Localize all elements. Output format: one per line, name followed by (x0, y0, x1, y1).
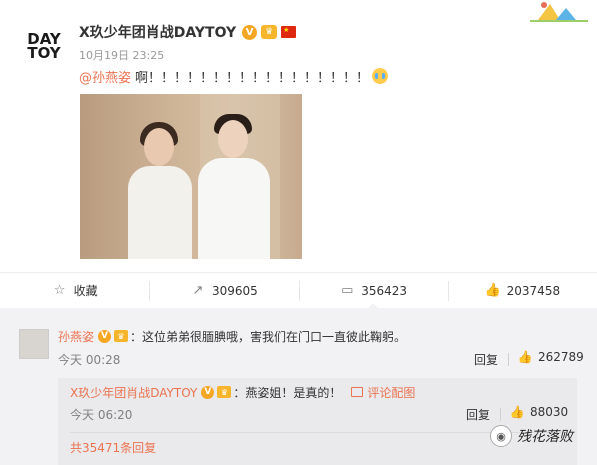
comment-username[interactable]: 孙燕姿 (58, 328, 94, 345)
photo-person-woman-head (144, 128, 174, 166)
thumbs-up-icon: 👍 (509, 405, 525, 419)
post-username[interactable]: X玖少年团肖战DAYTOY (79, 22, 236, 42)
crown-badge-icon: ♛ (217, 386, 232, 398)
like-icon: 👍 (484, 283, 501, 298)
verified-badge-icon: V (98, 329, 112, 343)
comment-reply-button[interactable]: 回复 (474, 351, 498, 368)
sub-comment-like-button[interactable]: 👍 88030 (509, 405, 569, 419)
favorite-button[interactable]: ☆ 收藏 (0, 273, 149, 308)
star-icon: ☆ (53, 283, 66, 298)
comment-header: 孙燕姿 V ♛ ：这位弟弟很腼腆哦，害我们在门口一直彼此鞠躬。 (58, 327, 406, 345)
watermark: ◉ 残花落败 (490, 425, 573, 447)
post-text: @孙燕姿 啊！！！！！！！！！！！！！！！！！ (79, 67, 389, 86)
comment-like-count: 262789 (538, 350, 584, 364)
comment-image-label: 评论配图 (367, 385, 416, 400)
corner-decoration-icon (530, 2, 588, 22)
post-header: X玖少年团肖战DAYTOY V ♛ (79, 22, 297, 42)
crown-badge-icon: ♛ (261, 25, 278, 39)
sub-comment-text: ：燕姿姐！是真的！ (233, 385, 342, 400)
china-flag-icon (281, 26, 297, 38)
divider (508, 353, 509, 366)
image-icon (351, 387, 364, 397)
repost-count: 309605 (211, 283, 258, 298)
sub-comment-like-count: 88030 (530, 405, 569, 419)
sub-comment-box: X玖少年团肖战DAYTOY V ♛ ：燕姿姐！是真的！ 评论配图 今天 06:2… (58, 378, 577, 465)
comment-button[interactable]: ▭ 356423 (298, 273, 448, 309)
post-body: 啊！！！！！！！！！！！！！！！！！ (135, 70, 370, 86)
verified-badge-icon: V (201, 385, 215, 399)
divider (500, 408, 501, 421)
like-button[interactable]: 👍 2037458 (447, 273, 597, 308)
favorite-label: 收藏 (73, 284, 98, 298)
share-icon: ↗ (192, 283, 204, 298)
post-timestamp[interactable]: 10月19日 23:25 (79, 47, 164, 63)
comment-time: 今天 00:28 (58, 353, 121, 367)
comment-image-link[interactable]: 评论配图 (351, 384, 415, 401)
photo-person-man-body (198, 158, 270, 259)
photo-person-woman-body (128, 166, 192, 259)
comment-icon: ▭ (341, 283, 354, 298)
photo-person-man-head (218, 120, 248, 158)
crown-badge-icon: ♛ (114, 330, 129, 342)
comment-avatar[interactable] (19, 329, 49, 359)
crying-emoji-icon (372, 68, 389, 84)
comment-count: 356423 (361, 283, 408, 298)
view-all-replies-link[interactable]: 共35471条回复 (70, 439, 156, 456)
sub-comment-time: 今天 06:20 (70, 408, 133, 422)
sub-comment-header: X玖少年团肖战DAYTOY V ♛ ：燕姿姐！是真的！ 评论配图 (70, 383, 415, 401)
wechat-icon: ◉ (490, 425, 512, 447)
sub-comment-reply-button[interactable]: 回复 (466, 406, 490, 423)
avatar-text-bottom: TOY (27, 44, 61, 62)
mention-link[interactable]: @孙燕姿 (79, 67, 131, 86)
avatar[interactable]: DAY TOY (22, 24, 66, 68)
post-action-bar: ☆ 收藏 ↗ 309605 ▭ 356423 👍 2037458 (0, 272, 597, 309)
repost-button[interactable]: ↗ 309605 (149, 273, 298, 308)
comment-text: ：这位弟弟很腼腆哦，害我们在门口一直彼此鞠躬。 (130, 329, 407, 344)
post-image[interactable] (80, 94, 302, 259)
like-count: 2037458 (506, 283, 561, 298)
comment-like-button[interactable]: 👍 262789 (518, 350, 584, 364)
weibo-post: DAY TOY X玖少年团肖战DAYTOY V ♛ 10月19日 23:25 @… (0, 0, 597, 270)
thumbs-up-icon: 👍 (517, 350, 533, 364)
watermark-text: 残花落败 (517, 429, 573, 445)
verified-badge-icon: V (242, 24, 258, 40)
sub-comment-username[interactable]: X玖少年团肖战DAYTOY (70, 384, 197, 401)
